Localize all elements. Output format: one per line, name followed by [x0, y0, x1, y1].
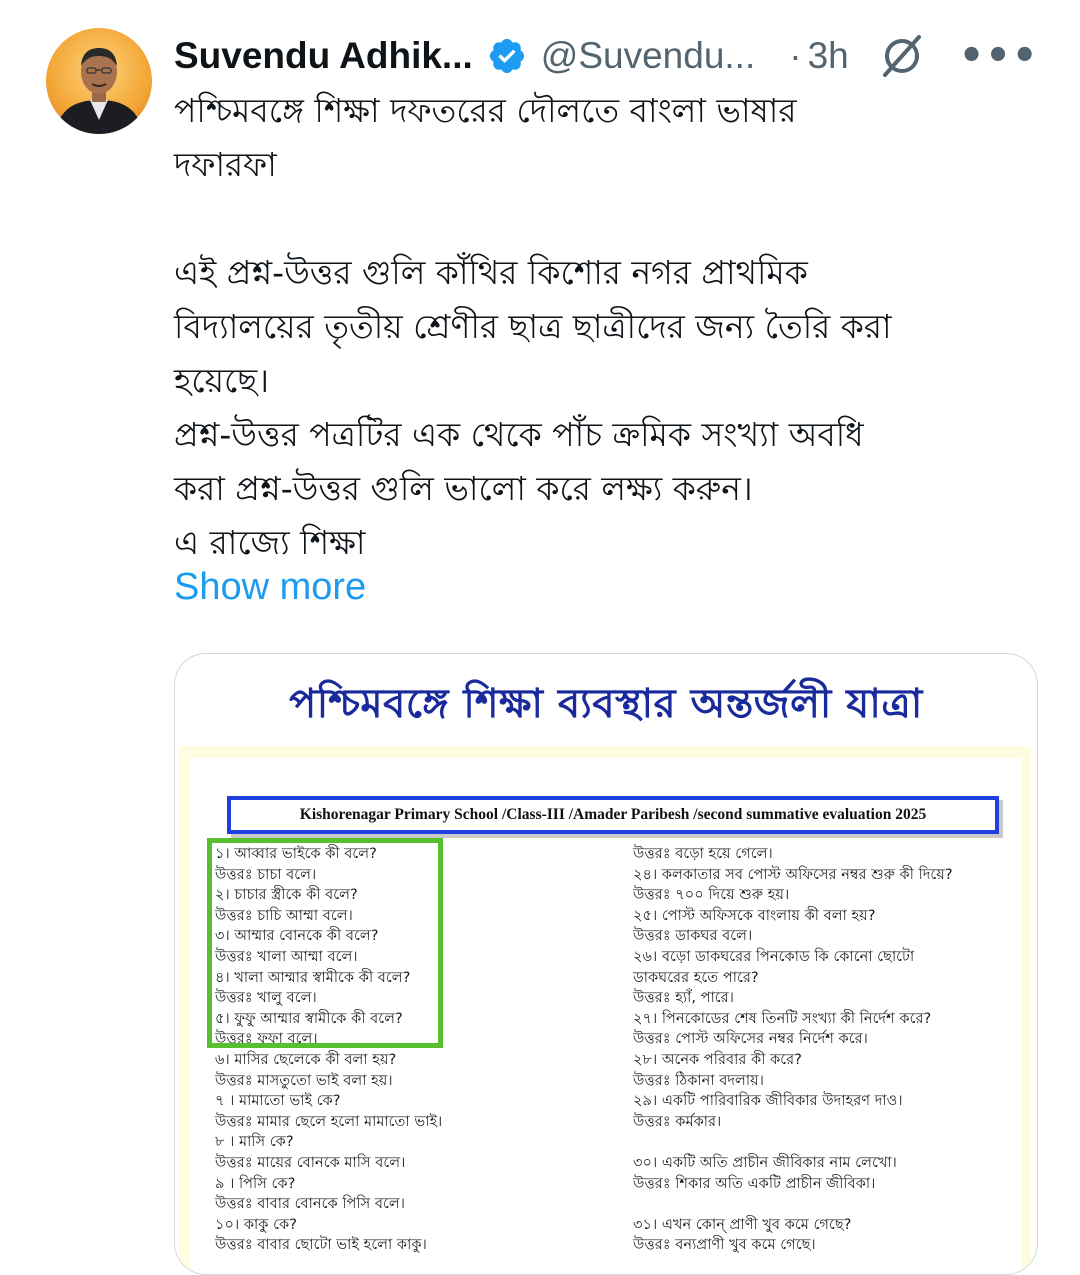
highlight-box — [207, 838, 443, 1048]
avatar[interactable] — [46, 28, 152, 134]
tweet-text: পশ্চিমবঙ্গে শিক্ষা দফতরের দৌলতে বাংলা ভা… — [174, 91, 892, 562]
question-line: উত্তরঃ ঠিকানা বদলায়। — [633, 1071, 764, 1089]
verified-badge-icon — [487, 36, 527, 76]
question-line: উত্তরঃ বড়ো হয়ে গেলে। — [633, 845, 773, 862]
question-line: উত্তরঃ ৭০০ দিয়ে শুরু হয়। — [633, 886, 790, 904]
question-line: ৯ । পিসি কে? — [215, 1174, 296, 1192]
school-title: Kishorenagar Primary School /Class-III /… — [299, 806, 927, 823]
right-question-column: উত্তরঃ বড়ো হয়ে গেলে। ২৪। কলকাতার সব পোস… — [633, 844, 953, 1256]
question-line: ৬। মাসির ছেলেকে কী বলা হয়? — [215, 1050, 397, 1068]
school-title-box: Kishorenagar Primary School /Class-III /… — [227, 796, 999, 834]
author-name[interactable]: Suvendu Adhik... — [174, 35, 473, 77]
question-line: উত্তরঃ বন্যপ্রাণী খুব কমে গেছে। — [633, 1236, 816, 1254]
avatar-image — [46, 28, 152, 134]
question-line: উত্তরঃ মায়ের বোনকে মাসি বলে। — [215, 1153, 406, 1171]
question-sheet: Kishorenagar Primary School /Class-III /… — [179, 746, 1031, 1274]
question-line: উত্তরঃ বাবার বোনকে পিসি বলে। — [215, 1195, 405, 1213]
question-line — [633, 1194, 953, 1215]
media-banner-text: পশ্চিমবঙ্গে শিক্ষা ব্যবস্থার অন্তর্জলী য… — [289, 681, 923, 727]
grok-icon[interactable] — [877, 31, 927, 81]
question-line: ২৮। অনেক পরিবার কী করে? — [633, 1050, 802, 1068]
question-line: উত্তরঃ কর্মকার। — [633, 1112, 722, 1130]
question-line: ৭ । মামাতো ভাই কে? — [215, 1092, 341, 1110]
more-options-icon[interactable]: ••• — [959, 33, 1039, 79]
question-line: উত্তরঃ শিকার অতি একটি প্রাচীন জীবিকা। — [633, 1174, 876, 1192]
question-line: ২৫। পোস্ট অফিসকে বাংলায় কী বলা হয়? — [633, 906, 876, 924]
tweet-header: Suvendu Adhik... @Suvendu... · 3h ••• — [174, 28, 1044, 84]
question-line: ৮ । মাসি কে? — [215, 1133, 294, 1151]
question-line: ২৬। বড়ো ডাকঘরের পিনকোড কি কোনো ছোটো — [633, 947, 915, 965]
separator-dot: · — [789, 35, 802, 76]
question-line: উত্তরঃ মাসতুতো ভাই বলা হয়। — [215, 1071, 393, 1089]
timestamp[interactable]: 3h — [808, 35, 849, 77]
question-line: ২৯। একটি পারিবারিক জীবিকার উদাহরণ দাও। — [633, 1092, 903, 1110]
question-line: উত্তরঃ ডাকঘর বলে। — [633, 927, 753, 945]
question-line: ৩০। একটি অতি প্রাচীন জীবিকার নাম লেখো। — [633, 1153, 897, 1171]
question-line: উত্তরঃ বাবার ছোটো ভাই হলো কাকু। — [215, 1236, 427, 1254]
tweet-media-image[interactable]: পশ্চিমবঙ্গে শিক্ষা ব্যবস্থার অন্তর্জলী য… — [174, 653, 1038, 1275]
question-line: উত্তরঃ পোস্ট অফিসের নম্বর নির্দেশ করে। — [633, 1030, 868, 1048]
author-handle[interactable]: @Suvendu... — [541, 35, 755, 77]
show-more-link[interactable]: Show more — [174, 566, 366, 609]
question-line: উত্তরঃ মামার ছেলে হলো মামাতো ভাই। — [215, 1112, 443, 1130]
question-line: ১০। কাকু কে? — [215, 1215, 297, 1233]
question-line: ২৭। পিনকোডের শেষ তিনটি সংখ্যা কী নির্দেশ… — [633, 1009, 932, 1027]
question-sheet-paper: Kishorenagar Primary School /Class-III /… — [189, 758, 1021, 1274]
question-line: ২৪। কলকাতার সব পোস্ট অফিসের নম্বর শুরু ক… — [633, 865, 953, 883]
question-line: ৩১। এখন কোন্ প্রাণী খুব কমে গেছে? — [633, 1215, 852, 1233]
question-line: উত্তরঃ হ্যাঁ, পারে। — [633, 989, 734, 1007]
question-line: ডাকঘরের হতে পারে? — [633, 968, 759, 986]
question-line — [633, 1132, 953, 1153]
